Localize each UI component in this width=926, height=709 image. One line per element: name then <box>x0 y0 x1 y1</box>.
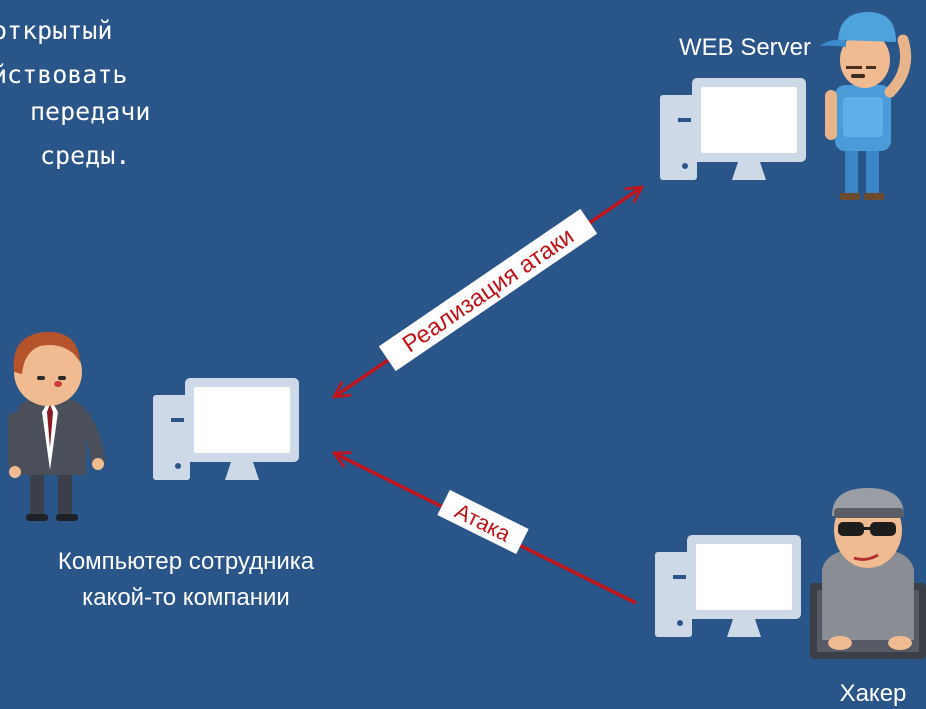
hacker-icon <box>810 488 926 659</box>
attack-realization-label: Реализация атаки <box>398 223 579 359</box>
diagram-canvas: Реализация атаки Атака WEB Server Компью… <box>8 12 926 707</box>
web-server-worker-icon <box>820 12 912 200</box>
attack-label-group: Атака <box>437 489 529 555</box>
hacker-label: Хакер <box>840 680 907 707</box>
web-server-label: WEB Server <box>679 34 811 61</box>
attack-label: Атака <box>451 498 515 547</box>
computer-icon-hacker <box>655 535 801 637</box>
computer-icon-web-server <box>660 78 806 180</box>
employee-businessman-icon <box>8 331 105 521</box>
employee-label-line-1: Компьютер сотрудника <box>58 548 315 575</box>
attack-realization-label-group: Реализация атаки <box>378 208 598 372</box>
employee-label-line-2: какой-то компании <box>82 584 290 611</box>
computer-icon-employee <box>153 378 299 480</box>
